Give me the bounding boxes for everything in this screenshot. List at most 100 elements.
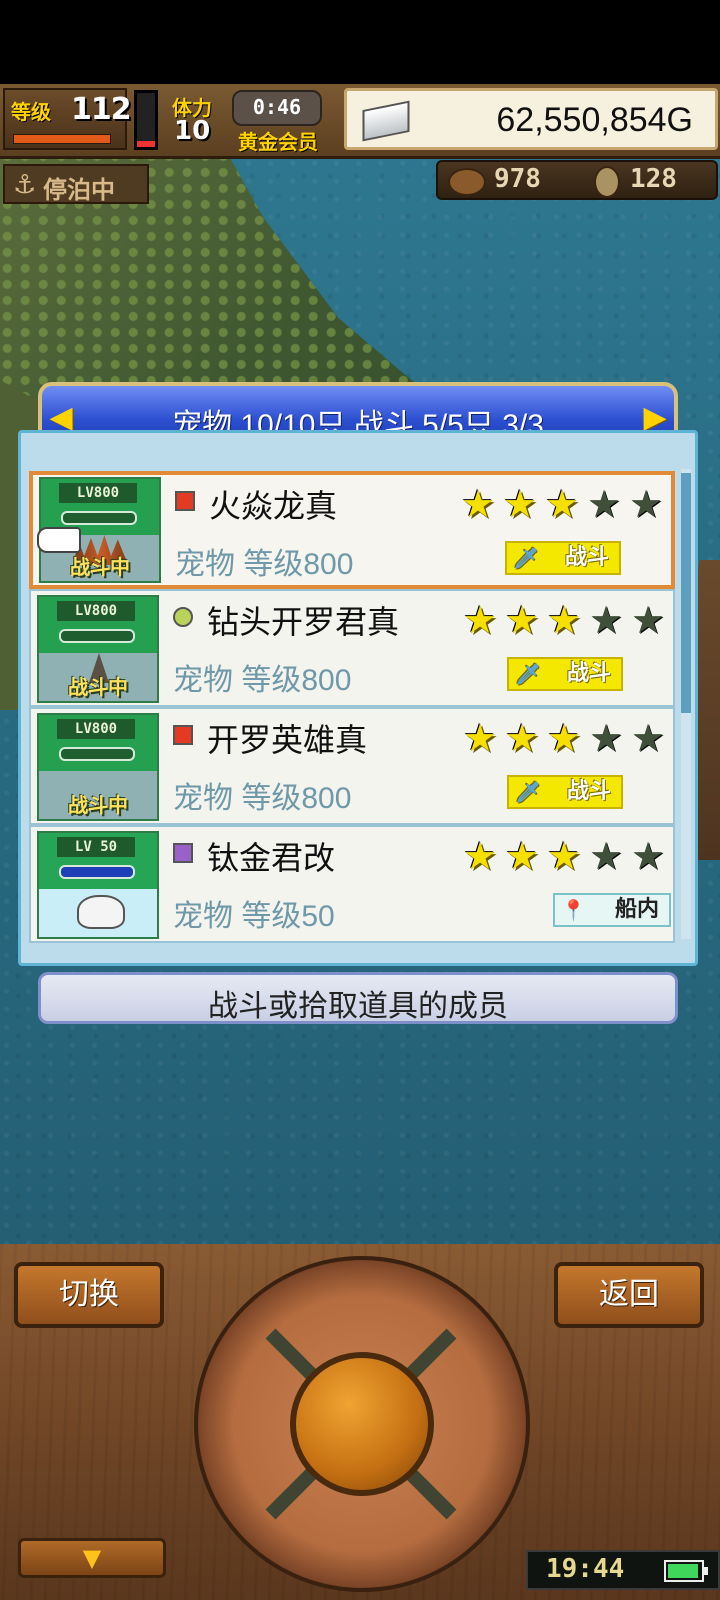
portrait-header: LV800 <box>39 597 157 653</box>
star-filled-icon: ★ <box>462 716 498 760</box>
dock-status[interactable]: ⚓ 停泊中 <box>3 164 149 204</box>
fire-element-icon <box>175 491 195 511</box>
pointing-hand-icon <box>37 527 81 553</box>
in-battle-badge: 战斗中 <box>70 555 130 579</box>
level-value: 112 <box>71 92 132 127</box>
status-badge[interactable]: 📍 船内 <box>553 893 671 927</box>
level-exp-bar <box>13 134 111 144</box>
pet-hp-bar <box>59 629 135 643</box>
pet-subtitle: 宠物 等级50 <box>173 900 335 933</box>
pet-portrait: LV800 战斗中 <box>37 477 161 583</box>
star-filled-icon: ★ <box>502 482 538 526</box>
sword-icon: 🗡 <box>515 662 541 686</box>
resource-display: 978 128 <box>436 160 718 200</box>
earth-element-icon <box>173 607 193 627</box>
pet-row[interactable]: LV800 战斗中 开罗英雄真 宠物 等级800 ★ ★ ★ ★ ★ 🗡 战斗 <box>29 707 675 825</box>
stamina-value: 10 <box>174 116 211 146</box>
star-filled-icon: ★ <box>546 598 582 642</box>
star-filled-icon: ★ <box>460 482 496 526</box>
stamina-gauge-fill <box>137 140 155 147</box>
status-label: 战斗 <box>566 661 611 686</box>
silver-bar-icon <box>362 100 410 142</box>
food-icon <box>448 168 486 196</box>
scroll-down-button[interactable]: ▼ <box>18 1538 166 1578</box>
status-badge[interactable]: 🗡 战斗 <box>507 775 623 809</box>
rarity-stars: ★ ★ ★ ★ ★ <box>459 599 669 643</box>
battery-icon <box>664 1560 708 1582</box>
status-label: 船内 <box>614 897 659 922</box>
in-battle-badge: 战斗中 <box>68 793 128 817</box>
star-filled-icon: ★ <box>546 834 582 878</box>
star-filled-icon: ★ <box>504 598 540 642</box>
status-label: 战斗 <box>566 779 611 804</box>
pet-name: 火焱龙真 <box>209 488 338 524</box>
anchor-icon: ⚓ <box>13 170 37 200</box>
pet-row[interactable]: LV800 战斗中 火焱龙真 宠物 等级800 ★ ★ ★ ★ ★ 🗡 战斗 <box>29 471 675 589</box>
pet-hp-bar <box>61 511 137 525</box>
star-filled-icon: ★ <box>504 716 540 760</box>
resource-2-value: 128 <box>630 164 677 194</box>
star-filled-icon: ★ <box>504 834 540 878</box>
dock-status-label: 停泊中 <box>43 176 115 204</box>
pet-name: 钛金君改 <box>207 840 336 876</box>
confirm-button[interactable] <box>290 1352 434 1496</box>
star-empty-icon: ★ <box>630 834 666 878</box>
level-label: 等级 <box>11 100 51 124</box>
clock-time: 19:44 <box>546 1554 625 1584</box>
star-filled-icon: ★ <box>544 482 580 526</box>
gold-display: 62,550,854G <box>344 88 718 150</box>
pet-name: 钻头开罗君真 <box>207 604 400 640</box>
pet-portrait: LV800 战斗中 <box>37 713 159 821</box>
map-pin-icon: 📍 <box>561 898 586 922</box>
sword-icon: 🗡 <box>515 780 541 804</box>
pet-subtitle: 宠物 等级800 <box>173 664 352 697</box>
star-empty-icon: ★ <box>630 598 666 642</box>
pet-row[interactable]: LV 50 钛金君改 宠物 等级50 ★ ★ ★ ★ ★ 📍 船内 <box>29 825 675 943</box>
top-black-bar <box>0 0 720 84</box>
portrait-header: LV 50 <box>39 833 157 889</box>
cat-sprite <box>77 895 125 929</box>
rarity-stars: ★ ★ ★ ★ ★ <box>459 717 669 761</box>
stamina-timer: 0:46 <box>232 90 322 126</box>
pet-level-tag: LV 50 <box>57 837 135 857</box>
rarity-stars: ★ ★ ★ ★ ★ <box>459 835 669 879</box>
switch-button[interactable]: 切换 <box>14 1262 164 1328</box>
membership-label: 黄金会员 <box>238 130 318 154</box>
level-box: 等级 112 <box>3 88 132 150</box>
fire-element-icon <box>173 725 193 745</box>
star-empty-icon: ★ <box>628 482 664 526</box>
pet-portrait: LV 50 <box>37 831 159 939</box>
info-text: 战斗或拾取道具的成员 <box>208 990 508 1023</box>
star-filled-icon: ★ <box>546 716 582 760</box>
back-button[interactable]: 返回 <box>554 1262 704 1328</box>
status-label: 战斗 <box>564 545 609 570</box>
pet-row[interactable]: LV800 战斗中 钻头开罗君真 宠物 等级800 ★ ★ ★ ★ ★ 🗡 战斗 <box>29 589 675 707</box>
in-battle-badge: 战斗中 <box>68 675 128 699</box>
star-filled-icon: ★ <box>462 598 498 642</box>
pet-list-panel: LV800 战斗中 火焱龙真 宠物 等级800 ★ ★ ★ ★ ★ 🗡 战斗 LV800 <box>18 430 698 966</box>
medal-icon <box>594 166 620 198</box>
sword-icon: 🗡 <box>513 546 539 570</box>
clock-status: 19:44 <box>526 1550 720 1590</box>
pet-level-tag: LV800 <box>57 719 135 739</box>
resource-1-value: 978 <box>494 164 541 194</box>
pet-level-tag: LV800 <box>59 483 137 503</box>
portrait-header: LV800 <box>39 715 157 771</box>
status-badge[interactable]: 🗡 战斗 <box>507 657 623 691</box>
triangle-down-icon: ▼ <box>82 1544 102 1572</box>
purple-element-icon <box>173 843 193 863</box>
star-filled-icon: ★ <box>462 834 498 878</box>
pet-portrait: LV800 战斗中 <box>37 595 159 703</box>
star-empty-icon: ★ <box>588 598 624 642</box>
pet-hp-bar <box>59 865 135 879</box>
star-empty-icon: ★ <box>588 834 624 878</box>
pet-hp-bar <box>59 747 135 761</box>
pet-name: 开罗英雄真 <box>207 722 368 758</box>
pet-subtitle: 宠物 等级800 <box>175 548 354 581</box>
stamina-box: 体力 10 <box>168 88 230 150</box>
gold-value: 62,550,854G <box>496 101 693 139</box>
status-badge[interactable]: 🗡 战斗 <box>505 541 621 575</box>
pet-subtitle: 宠物 等级800 <box>173 782 352 815</box>
scrollbar-thumb[interactable] <box>681 473 691 713</box>
star-empty-icon: ★ <box>588 716 624 760</box>
